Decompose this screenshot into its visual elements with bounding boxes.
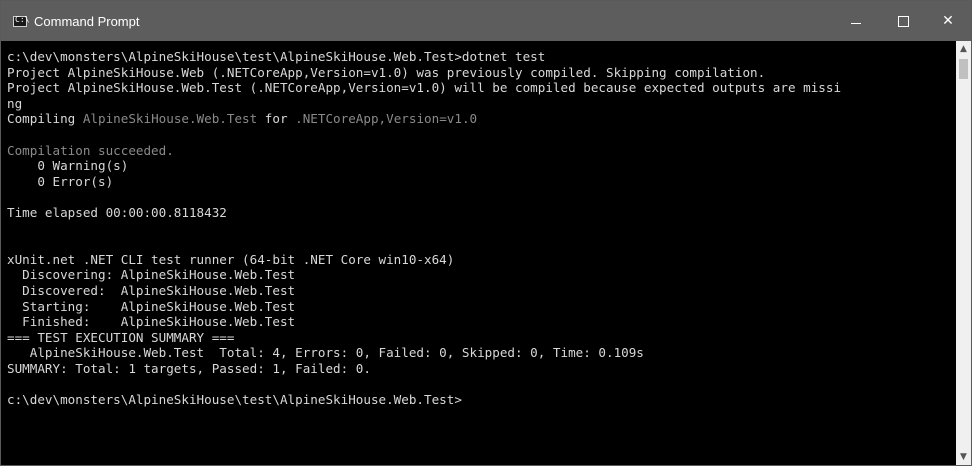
minimize-button[interactable]	[833, 1, 879, 41]
command-prompt-icon[interactable]: C:\	[13, 15, 30, 27]
console-line: Discovered: AlpineSkiHouse.Web.Test	[7, 282, 296, 298]
console-line: Compilation succeeded.	[7, 142, 174, 158]
console-line: c:\dev\monsters\AlpineSkiHouse\test\Alpi…	[7, 392, 462, 408]
console-line: Discovering: AlpineSkiHouse.Web.Test	[7, 267, 296, 283]
console-line: Project AlpineSkiHouse.Web (.NETCoreApp,…	[7, 64, 766, 80]
console-line: === TEST EXECUTION SUMMARY ===	[7, 329, 235, 345]
window-title: Command Prompt	[34, 14, 140, 29]
close-button[interactable]: ✕	[925, 1, 971, 41]
console-line-segment: .NETCoreApp,Version=v1.0	[295, 111, 478, 127]
scroll-up-icon[interactable]: ▲	[956, 41, 971, 57]
console-line: Project AlpineSkiHouse.Web.Test (.NETCor…	[7, 80, 842, 96]
console-line: AlpineSkiHouse.Web.Test Total: 4, Errors…	[7, 345, 644, 361]
maximize-button[interactable]	[880, 1, 926, 41]
console-line-segment: for	[257, 111, 296, 127]
console-line: xUnit.net .NET CLI test runner (64-bit .…	[7, 251, 455, 267]
scroll-down-icon[interactable]: ▼	[956, 449, 971, 465]
console-line-segment: AlpineSkiHouse.Web.Test	[82, 111, 258, 127]
maximize-icon	[898, 16, 909, 27]
console-line: Compiling AlpineSkiHouse.Web.Test for .N…	[7, 111, 841, 127]
scroll-thumb[interactable]	[959, 59, 968, 79]
console-line: 0 Error(s)	[7, 173, 114, 189]
console-line: 0 Warning(s)	[7, 158, 129, 174]
command-prompt-window: C:\ Command Prompt ✕ c:\dev\monsters\Alp…	[0, 0, 972, 466]
console-line: ng	[7, 95, 23, 111]
console-line: Finished: AlpineSkiHouse.Web.Test	[7, 314, 296, 330]
console-line: Time elapsed 00:00:00.8118432	[7, 204, 227, 220]
close-icon: ✕	[942, 13, 954, 29]
console-line: c:\dev\monsters\AlpineSkiHouse\test\Alpi…	[7, 49, 546, 64]
console-output[interactable]: c:\dev\monsters\AlpineSkiHouse\test\Alpi…	[1, 41, 956, 465]
icon-glyph: C:\	[15, 15, 30, 24]
title-bar[interactable]: C:\ Command Prompt ✕	[1, 1, 971, 41]
console-line: Starting: AlpineSkiHouse.Web.Test	[7, 298, 296, 314]
console-line-segment: Compiling	[7, 111, 83, 127]
console-line: SUMMARY: Total: 1 targets, Passed: 1, Fa…	[7, 360, 371, 376]
console-text: c:\dev\monsters\AlpineSkiHouse\test\Alpi…	[7, 49, 841, 408]
minimize-icon	[851, 23, 861, 24]
vertical-scrollbar[interactable]: ▲ ▼	[956, 41, 971, 465]
